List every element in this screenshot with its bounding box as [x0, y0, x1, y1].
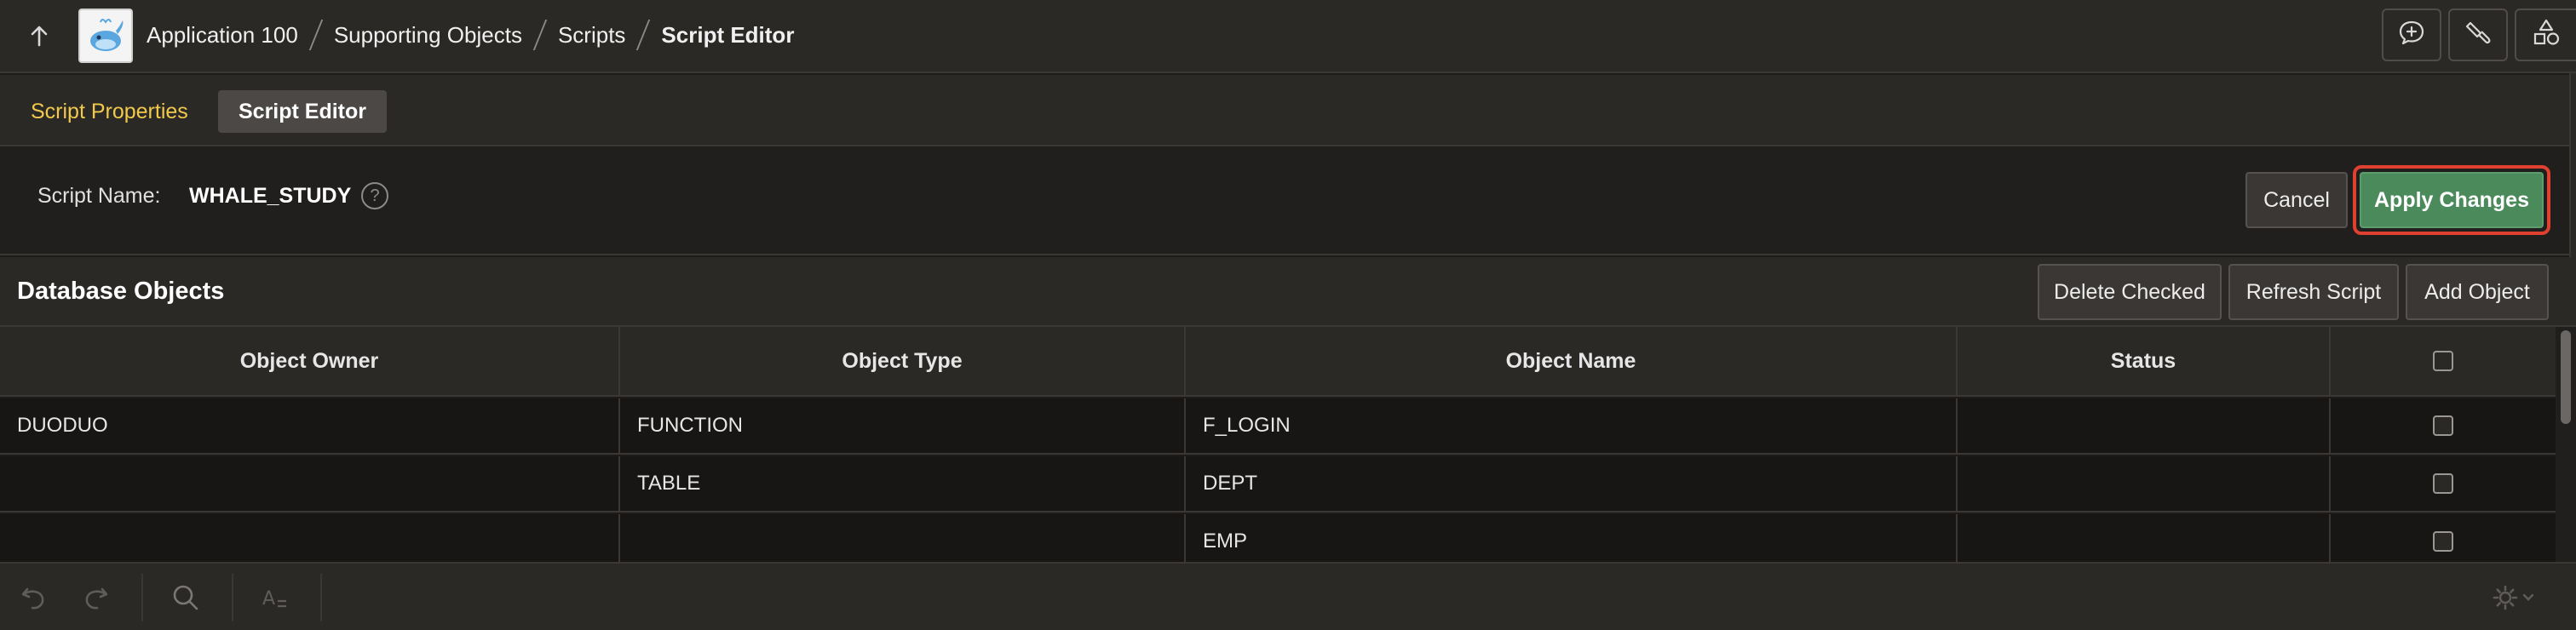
delete-checked-button[interactable]: Delete Checked [2038, 264, 2222, 320]
toolbar-separator [320, 574, 322, 621]
cell-object-type [620, 514, 1186, 562]
tabs-bar: Script Properties Script Editor [0, 75, 2576, 146]
whale-app-icon[interactable] [78, 9, 133, 63]
script-name-row: Script Name: WHALE_STUDY ? Cancel Apply … [0, 146, 2576, 255]
grid-scrollbar[interactable] [2556, 327, 2576, 562]
column-header-select-all [2331, 327, 2556, 395]
table-row[interactable]: EMP [0, 514, 2556, 562]
database-objects-grid: Object Owner Object Type Object Name Sta… [0, 327, 2556, 562]
apply-changes-button[interactable]: Apply Changes [2360, 172, 2544, 228]
row-checkbox[interactable] [2433, 531, 2453, 552]
scrollbar-thumb[interactable] [2561, 330, 2571, 424]
arrow-up-icon[interactable] [22, 19, 56, 53]
breadcrumb-separator [636, 20, 651, 50]
row-checkbox[interactable] [2433, 473, 2453, 494]
top-bar: Application 100 Supporting Objects Scrip… [0, 0, 2576, 73]
feedback-chat-icon [2397, 18, 2426, 53]
toolbar-separator [232, 574, 233, 621]
breadcrumb-supporting-objects[interactable]: Supporting Objects [332, 22, 524, 49]
cancel-button[interactable]: Cancel [2245, 172, 2348, 228]
feedback-button[interactable] [2382, 9, 2441, 61]
shapes-icon [2532, 18, 2561, 53]
database-objects-header: Database Objects Delete Checked Refresh … [0, 257, 2576, 327]
table-row[interactable]: TABLE DEPT [0, 456, 2556, 513]
autocomplete-icon[interactable]: A [257, 579, 295, 616]
redo-icon[interactable] [77, 579, 114, 616]
cell-object-name: DEPT [1186, 456, 1958, 511]
refresh-script-button[interactable]: Refresh Script [2228, 264, 2399, 320]
help-icon[interactable]: ? [361, 182, 388, 209]
editor-toolbar: A [0, 562, 2576, 630]
cell-select [2331, 456, 2556, 511]
row-checkbox[interactable] [2433, 415, 2453, 436]
cell-object-type: TABLE [620, 456, 1186, 511]
right-edge-panel [2569, 73, 2576, 257]
cell-object-owner [0, 514, 620, 562]
undo-icon[interactable] [15, 579, 53, 616]
svg-text:A: A [262, 588, 275, 610]
add-object-button[interactable]: Add Object [2406, 264, 2549, 320]
database-objects-title: Database Objects [17, 278, 225, 305]
toolbar-separator [141, 574, 143, 621]
script-name-value: WHALE_STUDY [189, 184, 352, 208]
table-row[interactable]: DUODUO FUNCTION F_LOGIN [0, 398, 2556, 455]
column-header-object-name[interactable]: Object Name [1186, 327, 1958, 395]
breadcrumb: Application 100 Supporting Objects Scrip… [145, 0, 796, 70]
breadcrumb-separator [308, 20, 324, 50]
column-header-object-owner[interactable]: Object Owner [0, 327, 620, 395]
tab-script-properties[interactable]: Script Properties [10, 90, 209, 133]
theme-brush-button[interactable] [2448, 9, 2508, 61]
select-all-checkbox[interactable] [2433, 351, 2453, 371]
cell-status [1958, 456, 2331, 511]
cell-object-type: FUNCTION [620, 398, 1186, 453]
cell-object-owner [0, 456, 620, 511]
breadcrumb-scripts[interactable]: Scripts [556, 22, 627, 49]
cell-status [1958, 398, 2331, 453]
cell-object-name: F_LOGIN [1186, 398, 1958, 453]
breadcrumb-application[interactable]: Application 100 [145, 22, 300, 49]
cell-select [2331, 514, 2556, 562]
search-icon[interactable] [167, 579, 204, 616]
tab-script-editor[interactable]: Script Editor [218, 90, 388, 133]
column-header-status[interactable]: Status [1958, 327, 2331, 395]
cell-select [2331, 398, 2556, 453]
cell-object-name: EMP [1186, 514, 1958, 562]
breadcrumb-separator [532, 20, 548, 50]
cell-object-owner: DUODUO [0, 398, 620, 453]
brush-icon [2464, 18, 2493, 53]
settings-gear-icon[interactable] [2489, 579, 2540, 616]
breadcrumb-current-page: Script Editor [661, 21, 795, 48]
script-name-label: Script Name: [37, 184, 161, 208]
column-header-object-type[interactable]: Object Type [620, 327, 1186, 395]
grid-header-row: Object Owner Object Type Object Name Sta… [0, 327, 2556, 397]
shared-components-button[interactable] [2515, 9, 2576, 61]
cell-status [1958, 514, 2331, 562]
